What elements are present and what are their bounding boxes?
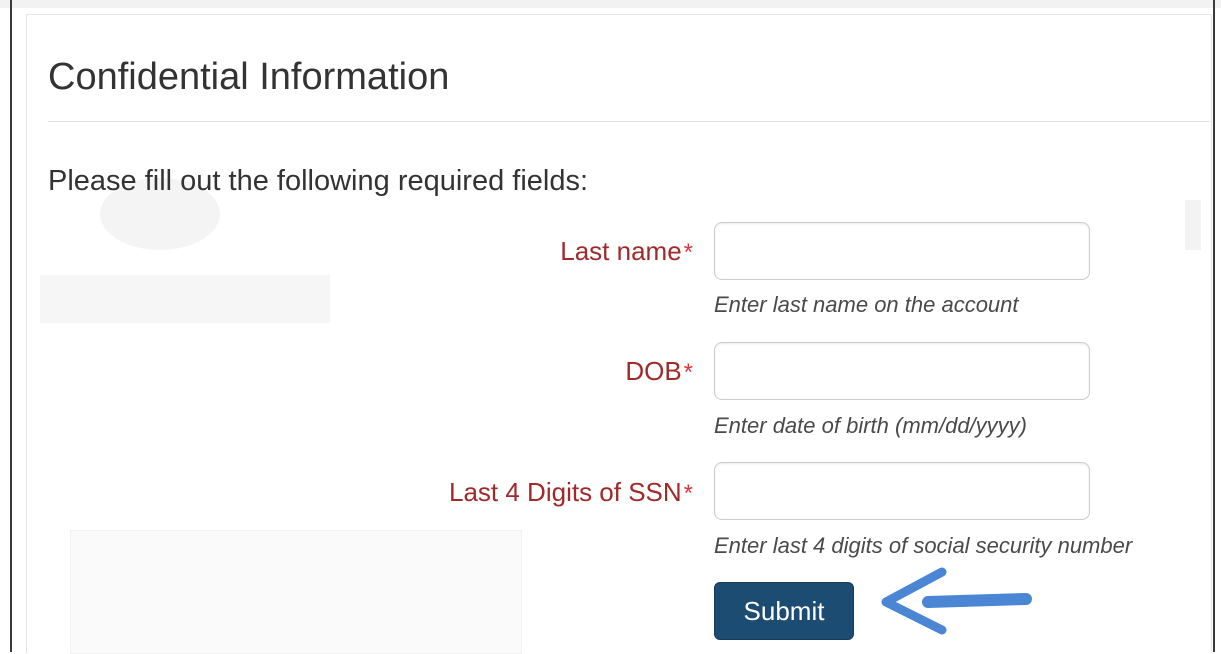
dob-label-text: DOB [625,356,682,386]
dob-label: DOB* [625,356,693,387]
last-name-label-text: Last name [560,236,682,266]
background-ghost-card [70,530,522,654]
last-name-input[interactable] [714,222,1090,280]
left-window-edge [10,0,12,652]
ssn-help: Enter last 4 digits of social security n… [714,533,1133,558]
background-ghost-block [40,275,330,323]
last-name-help: Enter last name on the account [714,292,1019,317]
required-marker: * [683,359,693,386]
required-marker: * [683,480,693,507]
ssn-label: Last 4 Digits of SSN* [449,477,693,508]
last-name-label: Last name* [560,236,693,267]
dob-help: Enter date of birth (mm/dd/yyyy) [714,413,1027,438]
panel-title: Confidential Information [48,56,450,98]
background-ghost-edge [1185,200,1201,250]
dob-input[interactable] [714,342,1090,400]
required-marker: * [683,239,693,266]
ssn-input[interactable] [714,462,1090,520]
top-bar [0,0,1221,8]
ssn-label-text: Last 4 Digits of SSN [449,477,682,507]
instructions-text: Please fill out the following required f… [48,165,589,197]
submit-button[interactable]: Submit [714,582,854,640]
right-window-edge [1213,0,1215,652]
title-divider [48,121,1210,122]
arrow-left-icon [881,567,1032,635]
